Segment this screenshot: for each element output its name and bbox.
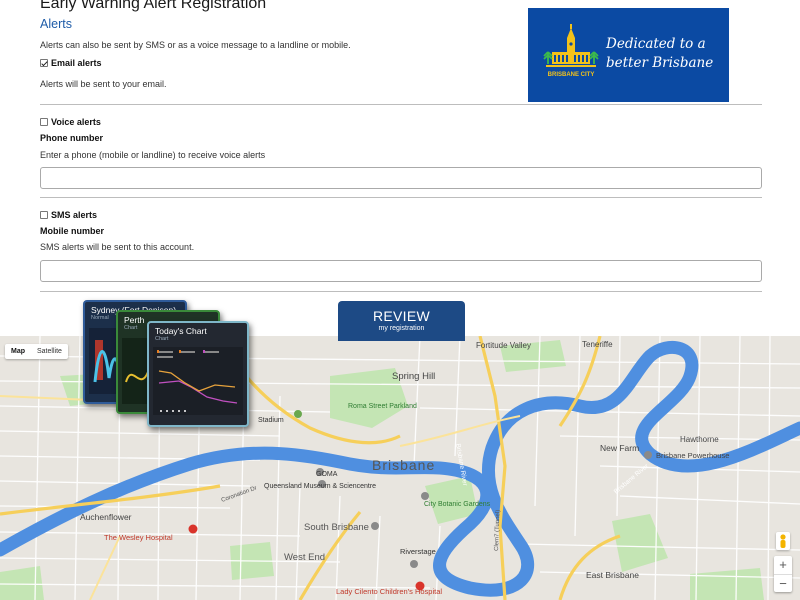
page-title: Early Warning Alert Registration bbox=[40, 0, 267, 12]
label-riverstage: Riverstage bbox=[400, 547, 436, 556]
street-view-pegman-icon[interactable] bbox=[776, 532, 790, 550]
today-mini-chart bbox=[153, 347, 243, 415]
label-stadium: Stadium bbox=[258, 417, 284, 424]
label-hawthorne: Hawthorne bbox=[680, 435, 719, 444]
phone-number-field[interactable] bbox=[40, 167, 762, 189]
label-goma: GOMA bbox=[316, 471, 338, 478]
divider bbox=[40, 104, 762, 105]
zoom-in-button[interactable]: + bbox=[774, 556, 792, 574]
phone-number-label: Phone number bbox=[40, 133, 104, 143]
email-alerts-check[interactable] bbox=[40, 59, 48, 67]
label-spring-hill: Spring Hill bbox=[392, 371, 435, 382]
phone-help-text: Enter a phone (mobile or landline) to re… bbox=[40, 150, 266, 160]
email-alerts-label: Email alerts bbox=[51, 58, 102, 68]
divider bbox=[40, 197, 762, 198]
label-west-end: West End bbox=[284, 552, 325, 563]
label-brisbane: Brisbane bbox=[372, 457, 435, 473]
map-type-map-button[interactable]: Map bbox=[5, 344, 31, 359]
label-lady-cilento: Lady Cilento Children's Hospital bbox=[336, 587, 442, 596]
label-wesley: The Wesley Hospital bbox=[104, 533, 173, 542]
mobile-number-label: Mobile number bbox=[40, 226, 105, 236]
voice-alerts-label: Voice alerts bbox=[51, 117, 101, 127]
review-button[interactable]: REVIEW my registration bbox=[338, 301, 465, 341]
label-teneriffe: Teneriffe bbox=[582, 340, 613, 349]
voice-alerts-checkbox[interactable]: Voice alerts bbox=[40, 117, 101, 127]
brisbane-city-logo: BRISBANE CITY bbox=[543, 24, 599, 78]
label-south-brisbane: South Brisbane bbox=[304, 522, 369, 533]
label-auchenflower: Auchenflower bbox=[80, 512, 132, 522]
sms-alerts-checkbox[interactable]: SMS alerts bbox=[40, 210, 97, 220]
label-new-farm: New Farm bbox=[600, 443, 639, 453]
email-alerts-checkbox[interactable]: Email alerts bbox=[40, 58, 102, 68]
banner-slogan: Dedicated to a better Brisbane bbox=[606, 36, 714, 71]
card-subtitle: Chart bbox=[155, 336, 169, 342]
alerts-heading: Alerts bbox=[40, 17, 72, 31]
label-botanic: City Botanic Gardens bbox=[424, 501, 491, 508]
label-museum: Queensland Museum & Sciencentre bbox=[264, 483, 376, 490]
mobile-number-field[interactable] bbox=[40, 260, 762, 282]
voice-alerts-check[interactable] bbox=[40, 118, 48, 126]
map-type-satellite-button[interactable]: Satellite bbox=[31, 344, 68, 359]
card-title: Today's Chart bbox=[155, 326, 207, 336]
label-powerhouse: Brisbane Powerhouse bbox=[656, 451, 729, 460]
label-fortitude-valley: Fortitude Valley bbox=[476, 341, 531, 350]
zoom-control[interactable]: + − bbox=[774, 556, 792, 592]
brand-name: BRISBANE CITY bbox=[548, 72, 595, 78]
chart-card-today: Today's Chart Chart bbox=[147, 321, 249, 427]
divider bbox=[40, 291, 762, 292]
zoom-out-button[interactable]: − bbox=[774, 574, 792, 592]
sms-alerts-check[interactable] bbox=[40, 211, 48, 219]
sms-help-text: SMS alerts will be sent to this account. bbox=[40, 242, 195, 252]
intro-text: Alerts can also be sent by SMS or as a v… bbox=[40, 40, 351, 50]
review-label: REVIEW bbox=[372, 308, 431, 324]
label-roma-street: Roma Street Parkland bbox=[348, 403, 417, 410]
sms-alerts-label: SMS alerts bbox=[51, 210, 98, 220]
email-note: Alerts will be sent to your email. bbox=[40, 79, 167, 89]
review-sublabel: my registration bbox=[378, 325, 425, 332]
label-east-brisbane: East Brisbane bbox=[586, 570, 639, 580]
brisbane-city-banner: BRISBANE CITY Dedicated to a better Bris… bbox=[528, 8, 729, 102]
map-type-control[interactable]: Map Satellite bbox=[5, 344, 68, 359]
